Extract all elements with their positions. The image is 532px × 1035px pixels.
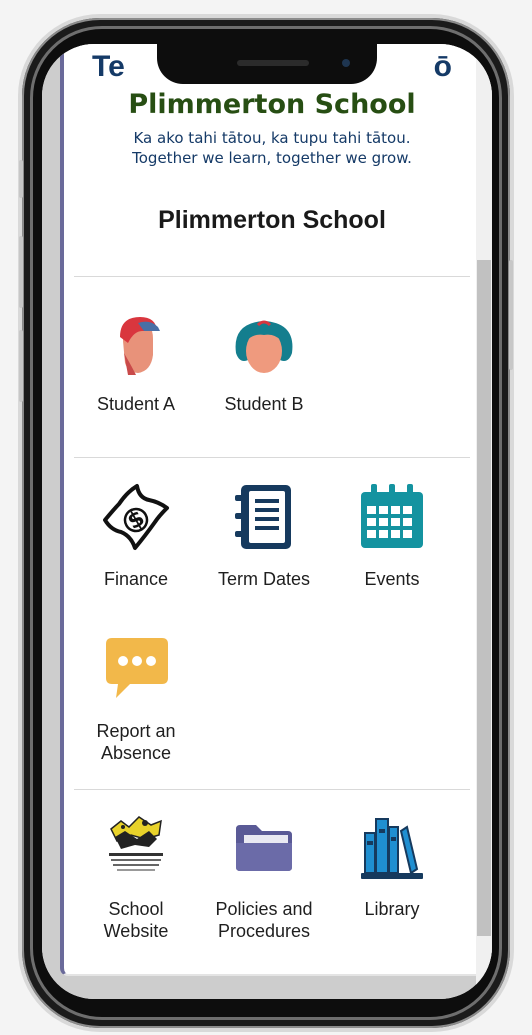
logo-text-o: ō (433, 50, 452, 83)
chat-bubble-icon (72, 624, 200, 714)
student-a-label: Student A (96, 394, 176, 414)
front-camera (342, 59, 350, 67)
volume-up-button (19, 236, 23, 308)
logo-school-name: Plimmerton School (128, 89, 416, 120)
girl-avatar-icon (200, 299, 328, 389)
folder-icon (200, 802, 328, 892)
report-absence-label-line2: Absence (100, 743, 172, 763)
phone-screen: Te ō Plimmerton School Ka ako tahi tātou… (42, 44, 492, 999)
logo-text-te: Te (92, 50, 125, 83)
student-b-tile[interactable]: Student B (200, 299, 328, 415)
phone-notch (157, 44, 377, 84)
app-content: Te ō Plimmerton School Ka ako tahi tātou… (60, 44, 480, 976)
policies-label-line1: Policies and (215, 899, 313, 919)
events-label: Events (364, 569, 420, 589)
motto-english: Together we learn, together we grow. (132, 149, 412, 167)
calendar-icon (328, 472, 456, 562)
report-absence-label-line1: Report an (96, 721, 176, 741)
events-tile[interactable]: Events (328, 472, 456, 590)
student-b-label: Student B (224, 394, 304, 414)
policies-label-line2: Procedures (217, 921, 311, 941)
speaker-grille (237, 60, 309, 66)
money-bill-icon: $ (72, 472, 200, 562)
school-logo-icon (72, 802, 200, 892)
books-icon (328, 802, 456, 892)
silent-switch (19, 160, 23, 198)
motto-maori: Ka ako tahi tātou, ka tupu tahi tātou. (133, 129, 411, 147)
student-a-tile[interactable]: Student A (72, 299, 200, 415)
school-website-label-line2: Website (103, 921, 169, 941)
notebook-icon (200, 472, 328, 562)
term-dates-label: Term Dates (217, 569, 311, 589)
boy-avatar-icon (72, 299, 200, 389)
divider-1 (74, 276, 470, 277)
report-absence-tile[interactable]: Report an Absence (72, 624, 200, 764)
power-button (509, 260, 513, 370)
finance-tile[interactable]: $ Finance (72, 472, 200, 590)
policies-procedures-tile[interactable]: Policies and Procedures (200, 802, 328, 942)
term-dates-tile[interactable]: Term Dates (200, 472, 328, 590)
page-title: Plimmerton School (158, 206, 386, 234)
divider-2 (74, 457, 470, 458)
divider-3 (74, 789, 470, 790)
library-label: Library (364, 899, 420, 919)
school-website-label-line1: School (108, 899, 164, 919)
scrollbar-track[interactable] (476, 44, 492, 999)
screen-background: Te ō Plimmerton School Ka ako tahi tātou… (42, 44, 492, 999)
volume-down-button (19, 330, 23, 402)
library-tile[interactable]: Library (328, 802, 456, 920)
finance-label: Finance (103, 569, 169, 589)
scrollbar-thumb[interactable] (477, 260, 491, 936)
school-website-tile[interactable]: School Website (72, 802, 200, 942)
